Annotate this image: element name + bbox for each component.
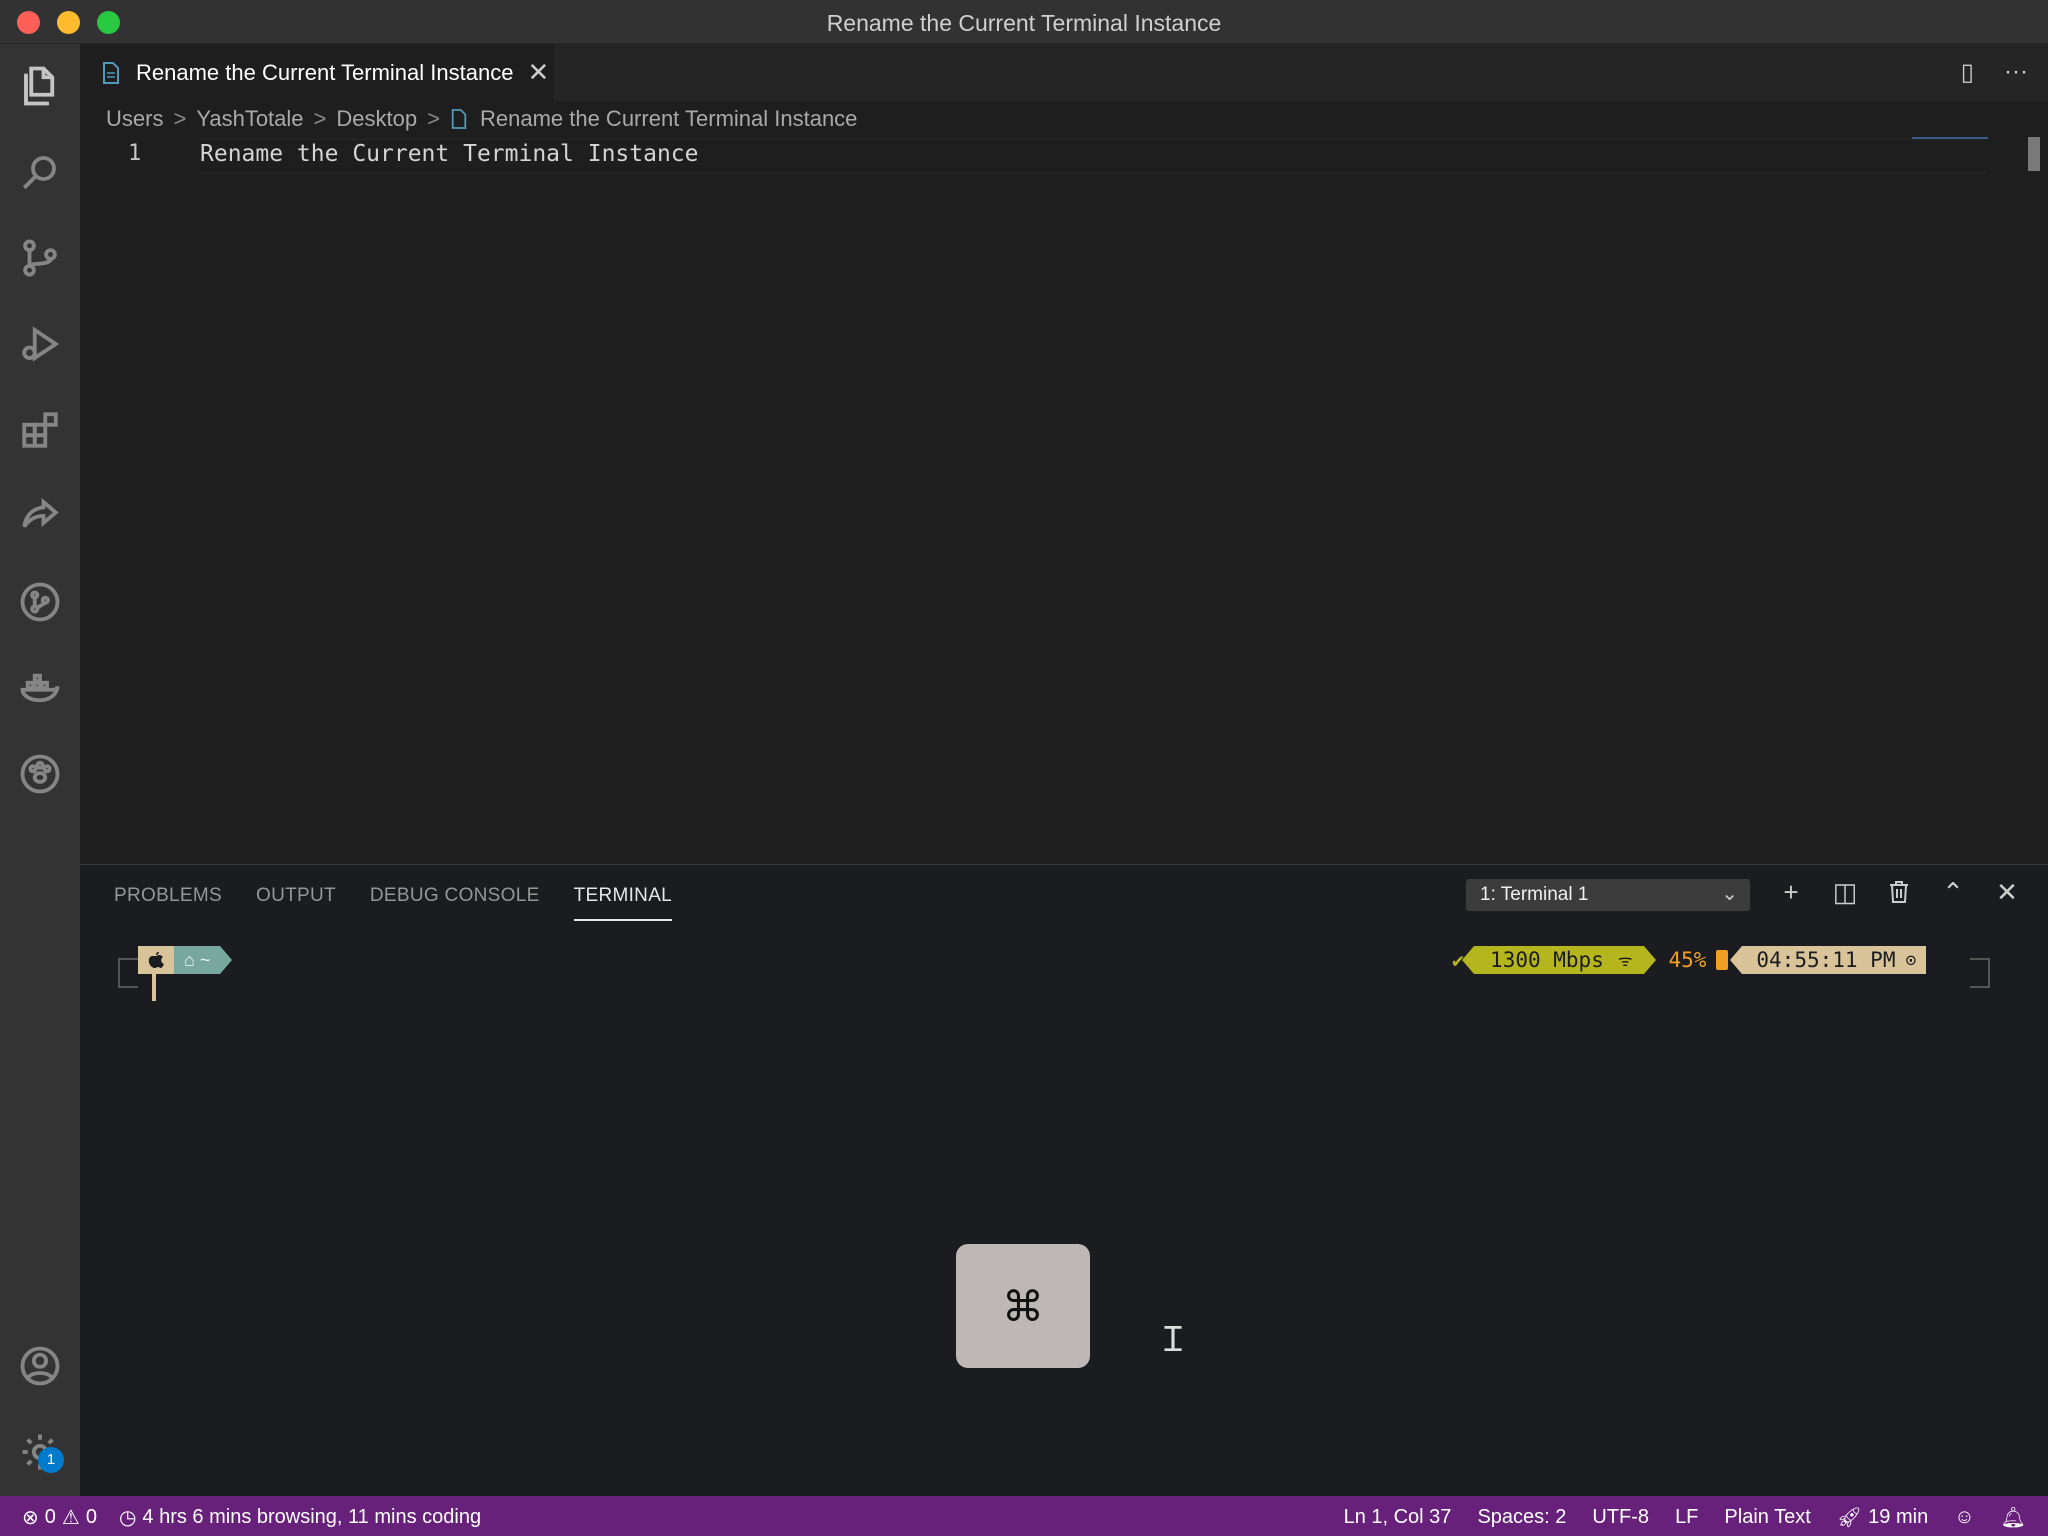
breadcrumb-item[interactable]: Users (106, 106, 163, 132)
docker-icon[interactable] (16, 664, 64, 712)
settings-badge: 1 (38, 1447, 64, 1473)
terminal-prompt-left: ⌂ ~ (138, 945, 233, 975)
tab-debug-console[interactable]: DEBUG CONSOLE (370, 885, 540, 921)
warning-count: 0 (85, 1506, 97, 1528)
activity-status[interactable]: ◷ 4 hrs 6 mins browsing, 11 mins coding (119, 1505, 481, 1530)
time-value: 04:55:11 PM (1756, 948, 1896, 972)
session-timer[interactable]: 🚀︎ 19 min (1837, 1505, 1928, 1530)
status-bar: ⊗ 0 ⚠ 0 ◷ 4 hrs 6 mins browsing, 11 mins… (0, 1496, 2048, 1536)
more-actions-icon[interactable]: ··· (2004, 58, 2028, 87)
battery-level: 45% (1668, 948, 1707, 972)
explorer-icon[interactable] (16, 62, 64, 110)
end-of-line[interactable]: LF (1675, 1505, 1698, 1530)
time-segment: 04:55:11 PM ⊙ (1730, 946, 1927, 974)
title-bar: Rename the Current Terminal Instance (0, 0, 2048, 44)
editor-tab[interactable]: Rename the Current Terminal Instance ✕ (80, 44, 554, 101)
tab-label: Rename the Current Terminal Instance (136, 59, 514, 85)
file-icon (103, 61, 119, 84)
rocket-icon: 🚀︎ (1836, 1507, 1863, 1529)
terminal-prompt-right: ✔ 1300 Mbps ᯤ 45% 04:55:11 PM ⊙ (1452, 945, 1927, 975)
editor-actions: ▯ ··· (1961, 58, 2028, 87)
history-icon: ◷ (118, 1507, 137, 1529)
maximize-panel-icon[interactable]: ⌃ (1939, 875, 1967, 909)
network-speed-value: 1300 Mbps (1490, 948, 1604, 972)
breadcrumb-item[interactable]: Rename the Current Terminal Instance (480, 106, 857, 132)
tab-bar: Rename the Current Terminal Instance ✕ ▯… (80, 44, 2048, 101)
tab-terminal[interactable]: TERMINAL (573, 885, 673, 921)
error-icon: ⊗ (22, 1507, 39, 1529)
prompt-frame-left (118, 958, 138, 988)
error-count: 0 (44, 1506, 56, 1528)
chevron-right-icon: > (173, 106, 187, 131)
trash-icon[interactable] (1885, 875, 1913, 909)
chevron-right-icon: > (427, 106, 440, 131)
minimap[interactable] (1912, 137, 1988, 139)
extensions-icon[interactable] (16, 406, 64, 454)
prompt-frame-right (1970, 958, 1990, 988)
paw-icon[interactable] (16, 750, 64, 798)
indentation[interactable]: Spaces: 2 (1477, 1505, 1566, 1530)
git-graph-icon[interactable] (16, 578, 64, 626)
chevron-right-icon: > (313, 106, 327, 131)
search-icon[interactable] (16, 148, 64, 196)
notifications-bell-icon[interactable]: 🔔︎ (2001, 1505, 2026, 1530)
editor-scrollbar[interactable] (2028, 137, 2040, 171)
line-number: 1 (128, 141, 142, 166)
prompt-arrow (220, 946, 233, 974)
source-control-icon[interactable] (16, 234, 64, 282)
session-timer-value: 19 min (1868, 1506, 1929, 1528)
keycast-command-key: ⌘ (956, 1244, 1090, 1368)
cursor-position[interactable]: Ln 1, Col 37 (1344, 1505, 1452, 1530)
clock-icon: ⊙ (1905, 949, 1917, 971)
live-share-icon[interactable] (16, 492, 64, 540)
bottom-panel: PROBLEMS OUTPUT DEBUG CONSOLE TERMINAL 1… (80, 864, 2048, 1496)
close-panel-icon[interactable]: ✕ (1993, 875, 2021, 909)
breadcrumb: Users > YashTotale > Desktop > Rename th… (80, 101, 2048, 137)
run-debug-icon[interactable] (16, 320, 64, 368)
tab-output[interactable]: OUTPUT (256, 885, 336, 921)
problems-status[interactable]: ⊗ 0 ⚠ 0 (22, 1505, 97, 1530)
text-cursor-icon: Ｉ (1156, 1320, 1190, 1360)
tab-problems[interactable]: PROBLEMS (114, 885, 222, 921)
apple-icon (138, 946, 174, 974)
activity-text: 4 hrs 6 mins browsing, 11 mins coding (142, 1506, 482, 1528)
code-line[interactable]: Rename the Current Terminal Instance (200, 141, 699, 167)
window-title: Rename the Current Terminal Instance (826, 10, 1222, 36)
panel-actions: + ◫ ⌃ ✕ (1777, 875, 2021, 909)
terminal-select-value: 1: Terminal 1 (1480, 884, 1589, 905)
language-mode[interactable]: Plain Text (1724, 1505, 1810, 1530)
network-speed: 1300 Mbps ᯤ (1462, 946, 1657, 974)
editor-area[interactable]: 1 Rename the Current Terminal Instance (80, 137, 2048, 863)
split-terminal-icon[interactable]: ◫ (1831, 875, 1859, 909)
warning-icon: ⚠ (61, 1507, 80, 1529)
file-icon (451, 109, 467, 129)
activity-bar: 1 (0, 44, 80, 1496)
chevron-down-icon: ⌄ (1721, 883, 1738, 905)
home-segment: ⌂ ~ (174, 946, 221, 974)
breadcrumb-item[interactable]: Desktop (336, 106, 417, 132)
wifi-icon: ᯤ (1617, 951, 1633, 970)
close-icon[interactable]: ✕ (527, 57, 549, 88)
new-terminal-icon[interactable]: + (1777, 875, 1805, 909)
split-editor-icon[interactable]: ▯ (1961, 58, 1974, 87)
terminal-select[interactable]: 1: Terminal 1 ⌄ (1466, 879, 1750, 911)
panel-tabs: PROBLEMS OUTPUT DEBUG CONSOLE TERMINAL (114, 885, 673, 921)
battery-icon (1716, 950, 1729, 970)
terminal-cursor (152, 973, 156, 1001)
feedback-icon[interactable]: ☺ (1954, 1505, 1974, 1530)
breadcrumb-item[interactable]: YashTotale (196, 106, 303, 132)
account-icon[interactable] (16, 1342, 64, 1390)
encoding[interactable]: UTF-8 (1592, 1505, 1649, 1530)
